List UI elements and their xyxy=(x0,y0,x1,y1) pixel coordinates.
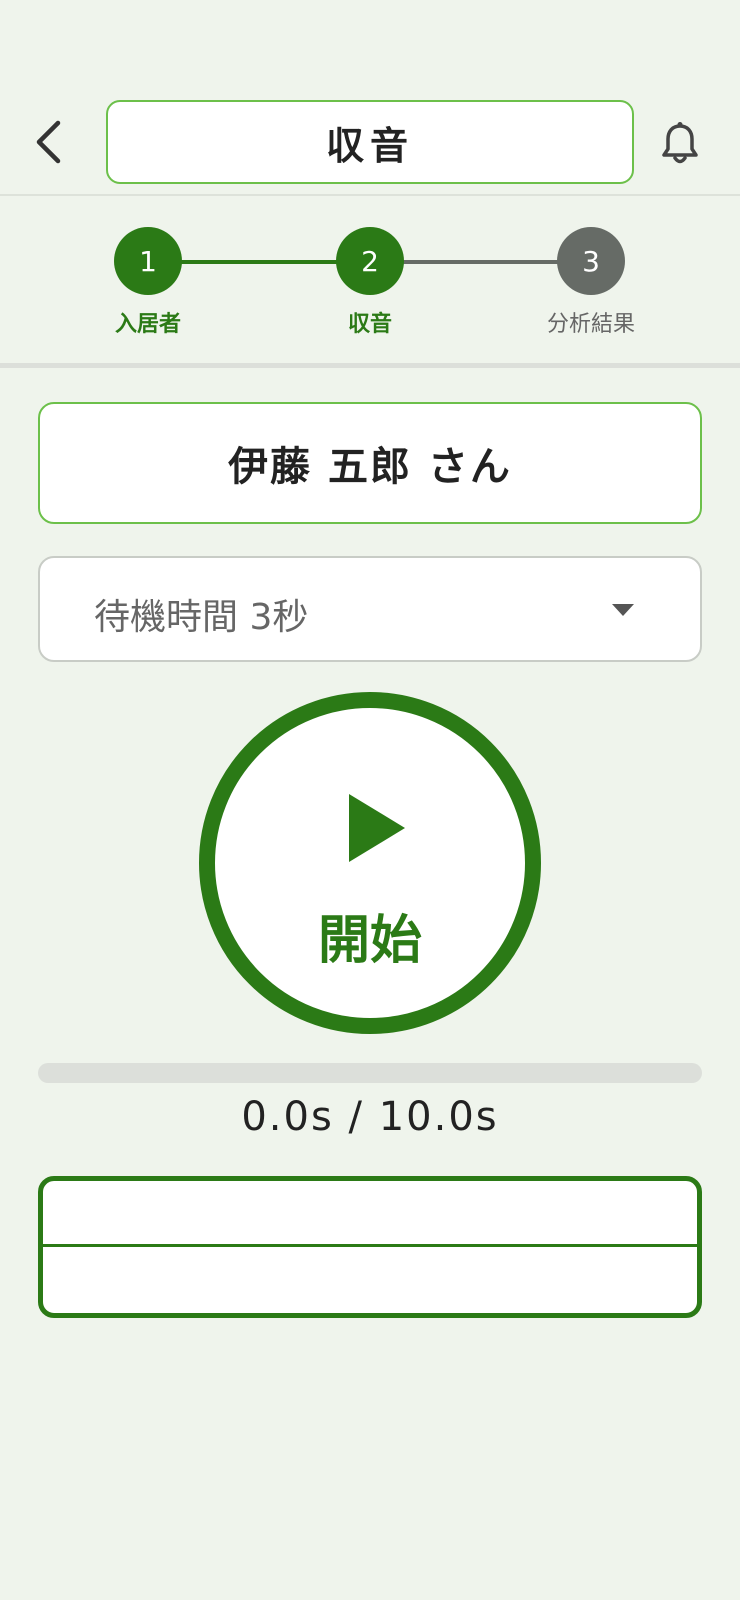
step-3-circle: 3 xyxy=(557,227,625,295)
bell-icon xyxy=(662,122,698,164)
resident-name: 伊藤 五郎 さん xyxy=(228,444,512,490)
start-recording-button[interactable]: 開始 xyxy=(199,692,541,1034)
recording-time: 0.0s / 10.0s xyxy=(241,1094,499,1140)
recording-progress-bar xyxy=(38,1063,702,1083)
notification-button[interactable] xyxy=(656,116,704,172)
chevron-left-icon xyxy=(36,120,61,164)
step-2-number: 2 xyxy=(361,244,379,278)
back-button[interactable] xyxy=(26,112,70,172)
app-header: 収音 xyxy=(0,0,740,196)
result-panel xyxy=(38,1176,702,1318)
resident-name-card: 伊藤 五郎 さん xyxy=(38,402,702,524)
step-3-number: 3 xyxy=(582,244,600,278)
step-1-number: 1 xyxy=(139,244,157,278)
start-label: 開始 xyxy=(317,911,422,971)
progress-stepper: 1 入居者 2 収音 3 分析結果 xyxy=(0,196,740,368)
wait-time-select[interactable]: 待機時間 3秒 xyxy=(38,556,702,662)
step-3-label: 分析結果 xyxy=(546,312,635,337)
result-row xyxy=(43,1181,697,1247)
play-icon xyxy=(349,794,405,862)
caret-down-icon xyxy=(612,604,634,616)
step-2-label: 収音 xyxy=(347,312,392,337)
page-title-box: 収音 xyxy=(106,100,634,184)
step-1-label: 入居者 xyxy=(114,312,181,337)
wait-time-value: 待機時間 3秒 xyxy=(94,597,309,638)
result-row xyxy=(43,1247,697,1313)
step-2-circle: 2 xyxy=(336,227,404,295)
step-1-circle: 1 xyxy=(114,227,182,295)
page-title: 収音 xyxy=(325,123,414,168)
